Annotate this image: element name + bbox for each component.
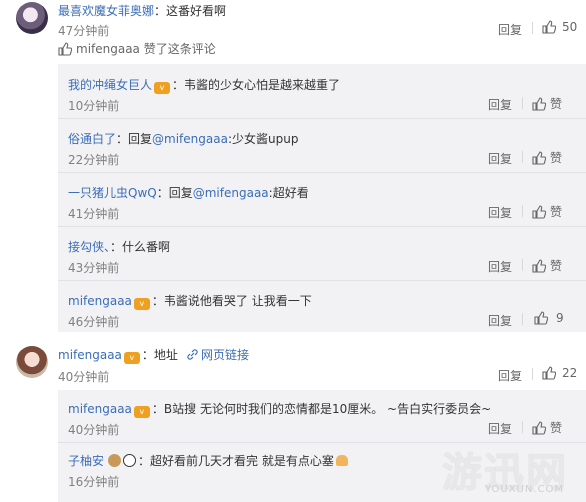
reply-user[interactable]: 一只猪儿虫QwQ [68, 186, 157, 200]
like-button[interactable]: 赞 [532, 95, 562, 112]
reply-button[interactable]: 回复 [488, 312, 512, 329]
mention-link[interactable]: @mifengaaa [193, 186, 269, 200]
vip-badge-icon: v [133, 298, 150, 310]
reply-user[interactable]: mifengaaa [68, 294, 132, 308]
reply-user[interactable]: 接勾侠、 [68, 240, 110, 254]
thumb-up-icon [532, 204, 546, 219]
thumb-up-icon [532, 150, 546, 165]
like-count: 22 [562, 366, 578, 380]
vip-badge-icon: v [123, 352, 140, 364]
reply-time: 40分钟前 [68, 423, 120, 437]
comment-time: 47分钟前 [58, 24, 110, 38]
liked-by-bar: mifengaaa 赞了这条评论 [58, 40, 216, 57]
reply-time: 16分钟前 [68, 475, 120, 489]
like-button[interactable]: 9 [534, 311, 564, 325]
vip-badge-icon: v [154, 82, 171, 94]
like-count: 50 [562, 20, 578, 34]
like-button[interactable]: 赞 [532, 419, 562, 436]
reply-button[interactable]: 回复 [488, 204, 512, 221]
avatar[interactable] [16, 2, 48, 34]
panda-emoji-icon [123, 454, 137, 467]
reply-text: ：韦酱的少女心怕是越来越重了 [172, 78, 341, 92]
reply-user[interactable]: 我的冲绳女巨人 [68, 78, 152, 92]
reply-time: 46分钟前 [68, 315, 120, 329]
reply-button[interactable]: 回复 [488, 258, 512, 275]
reply-user[interactable]: mifengaaa [68, 402, 132, 416]
like-button[interactable]: 赞 [532, 149, 562, 166]
thumb-up-icon [58, 41, 72, 56]
reply-time: 43分钟前 [68, 261, 120, 275]
avatar[interactable] [16, 346, 48, 378]
comment-user[interactable]: mifengaaa [58, 348, 122, 362]
comment-user[interactable]: 最喜欢魔女菲奥娜 [58, 4, 154, 18]
vip-badge-icon: v [133, 406, 150, 418]
reply-list-1: 我的冲绳女巨人 v ：韦酱的少女心怕是越来越重了 10分钟前 回复 赞 俗通白了：回… [58, 64, 586, 332]
reply-button[interactable]: 回复 [488, 150, 512, 167]
thumb-up-icon [542, 366, 556, 380]
reply-button[interactable]: 回复 [488, 420, 512, 437]
thumb-up-icon [534, 311, 548, 325]
watermark-domain: YOUXUN.COM [484, 484, 564, 495]
reply-button[interactable]: 回复 [498, 367, 522, 384]
reply-time: 10分钟前 [68, 99, 120, 113]
comment-text: ：地址 [141, 348, 178, 362]
comment-text: ：这番好看啊 [154, 4, 227, 18]
reply-user[interactable]: 子柚安 [68, 454, 104, 468]
hand-emoji-icon [335, 455, 348, 466]
web-link[interactable]: 网页链接 [201, 348, 249, 362]
thumb-up-icon [532, 258, 546, 273]
reply-time: 41分钟前 [68, 207, 120, 221]
link-icon [186, 348, 199, 364]
reply-user[interactable]: 俗通白了 [68, 132, 116, 146]
reply-button[interactable]: 回复 [488, 96, 512, 113]
like-button[interactable]: 赞 [532, 257, 562, 274]
thumb-up-icon [542, 20, 556, 34]
bear-emoji-icon [108, 454, 122, 467]
reply-time: 22分钟前 [68, 153, 120, 167]
like-button[interactable]: 50 [542, 20, 577, 34]
like-count: 9 [556, 311, 564, 325]
comment-time: 40分钟前 [58, 370, 110, 384]
reply-button[interactable]: 回复 [498, 21, 522, 38]
liked-by-text: mifengaaa 赞了这条评论 [76, 42, 216, 56]
thumb-up-icon [532, 96, 546, 111]
like-button[interactable]: 22 [542, 366, 577, 380]
thumb-up-icon [532, 420, 546, 435]
mention-link[interactable]: @mifengaaa [152, 132, 228, 146]
like-button[interactable]: 赞 [532, 203, 562, 220]
